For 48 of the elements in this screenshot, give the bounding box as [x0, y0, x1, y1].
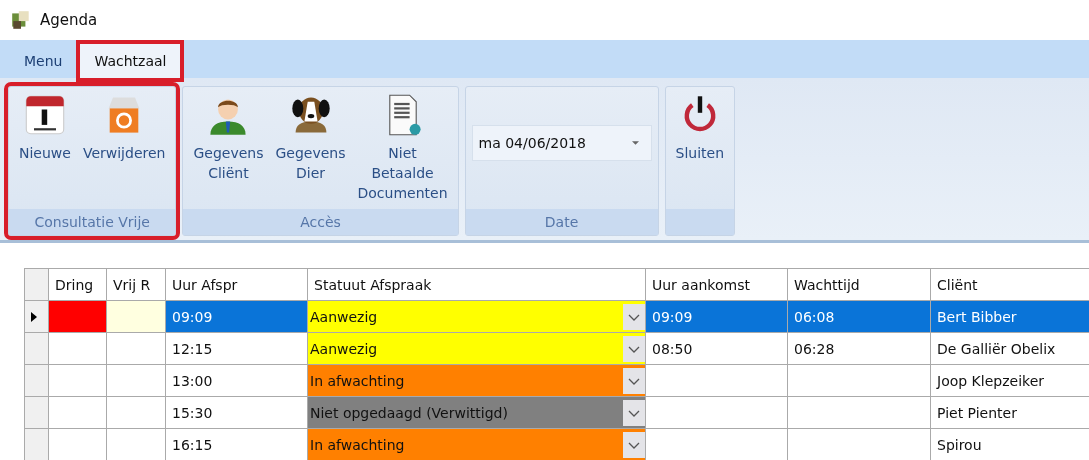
- table-cell: Bert Bibber: [930, 300, 1089, 333]
- column-header[interactable]: Uur aankomst: [645, 268, 788, 301]
- row-header[interactable]: [24, 300, 49, 333]
- status-dropdown[interactable]: In afwachting: [307, 364, 646, 397]
- table-cell: 13:00: [165, 364, 308, 397]
- table-cell: 09:09: [165, 300, 308, 333]
- status-dropdown[interactable]: In afwachting: [307, 428, 646, 460]
- free-cell: [106, 332, 166, 365]
- chevron-down-icon: [623, 335, 645, 362]
- table-cell: 08:50: [645, 332, 788, 365]
- ribbon-button[interactable]: Sluiten: [671, 91, 729, 165]
- column-header[interactable]: Uur Afspr: [165, 268, 308, 301]
- ribbon-button[interactable]: Nieuwe: [15, 91, 75, 165]
- column-header[interactable]: Dring: [48, 268, 107, 301]
- status-dropdown[interactable]: Aanwezig: [307, 300, 646, 333]
- status-dropdown[interactable]: Aanwezig: [307, 332, 646, 365]
- table-cell: 09:09: [645, 300, 788, 333]
- table-cell: 06:28: [787, 332, 931, 365]
- group-label: Consultatie Vrije: [9, 209, 176, 235]
- chevron-down-icon: [623, 367, 645, 394]
- date-dropdown[interactable]: ma 04/06/2018: [471, 125, 652, 161]
- table-cell: 15:30: [165, 396, 308, 429]
- ribbon-button[interactable]: Gegevens Dier: [271, 91, 350, 185]
- column-header[interactable]: Vrij R: [106, 268, 166, 301]
- column-header[interactable]: Statuut Afspraak: [307, 268, 646, 301]
- current-row-icon: [31, 311, 37, 322]
- chevron-down-icon: [623, 399, 645, 426]
- ribbon-button[interactable]: Gegevens Cliënt: [189, 91, 268, 185]
- urgent-cell: [48, 396, 107, 429]
- chevron-down-icon: [623, 303, 645, 330]
- group-label: Accès: [183, 209, 458, 235]
- ribbon-button[interactable]: Verwijderen: [78, 91, 170, 165]
- column-header[interactable]: Cliënt: [930, 268, 1089, 301]
- ribbon-button[interactable]: Niet Betaalde Documenten: [353, 91, 452, 205]
- app-icon: [10, 9, 32, 31]
- window-title: Agenda: [40, 11, 98, 29]
- urgent-cell: [48, 364, 107, 397]
- urgent-cell: [48, 332, 107, 365]
- ribbon-tab[interactable]: Menu: [10, 44, 77, 78]
- group-label: Date: [465, 209, 658, 235]
- caret-icon: [631, 140, 639, 146]
- status-dropdown[interactable]: Niet opgedaagd (Verwittigd): [307, 396, 646, 429]
- table-cell: 06:08: [787, 300, 931, 333]
- table-cell: 12:15: [165, 332, 308, 365]
- free-cell: [106, 396, 166, 429]
- free-cell: [106, 364, 166, 397]
- column-header[interactable]: Wachttijd: [787, 268, 931, 301]
- chevron-down-icon: [623, 431, 645, 458]
